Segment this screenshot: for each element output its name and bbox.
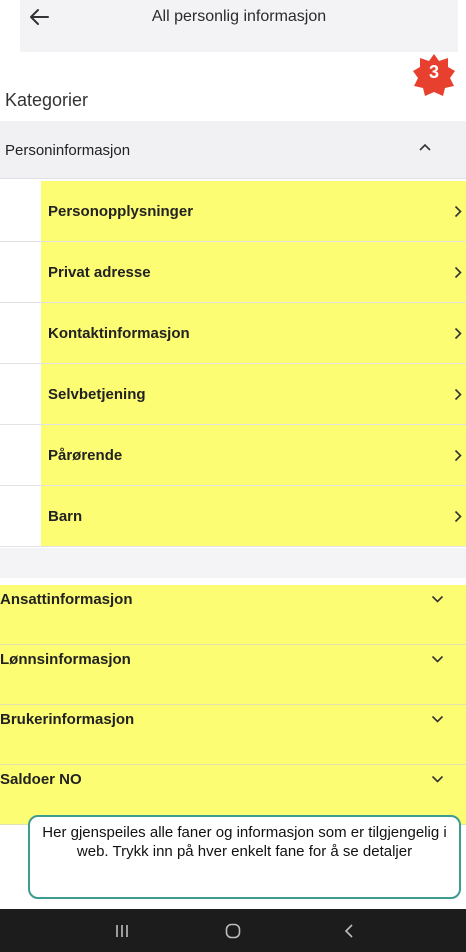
list-item-label: Personopplysninger bbox=[48, 203, 194, 220]
chevron-down-icon bbox=[431, 655, 444, 663]
category-row[interactable]: Brukerinformasjon bbox=[0, 705, 466, 765]
divider bbox=[0, 548, 466, 578]
list-item-label: Pårørende bbox=[48, 447, 123, 464]
category-row[interactable]: Lønnsinformasjon bbox=[0, 645, 466, 705]
group-label: Personinformasjon bbox=[5, 142, 131, 159]
step-badge: 3 bbox=[412, 53, 456, 97]
list-item-label: Barn bbox=[48, 508, 83, 525]
system-nav-bar bbox=[0, 909, 466, 952]
chevron-right-icon bbox=[454, 388, 462, 401]
category-row[interactable]: Ansattinformasjon bbox=[0, 585, 466, 645]
step-badge-number: 3 bbox=[428, 62, 439, 82]
chevron-down-icon bbox=[431, 775, 444, 783]
list-item-label: Selvbetjening bbox=[48, 386, 146, 403]
chevron-down-icon bbox=[431, 715, 444, 723]
chevron-left-icon bbox=[344, 923, 353, 938]
chevron-right-icon bbox=[454, 205, 462, 218]
home-button[interactable] bbox=[203, 909, 263, 952]
list-item[interactable]: Privat adresse bbox=[0, 242, 466, 303]
list-item-label: Kontaktinformasjon bbox=[48, 325, 190, 342]
back-nav-button[interactable] bbox=[319, 909, 379, 952]
chevron-down-icon bbox=[431, 595, 444, 603]
recent-apps-icon bbox=[116, 924, 128, 937]
category-label: Saldoer NO bbox=[0, 771, 82, 788]
group-personinformasjon[interactable]: Personinformasjon bbox=[0, 121, 466, 179]
category-label: Ansattinformasjon bbox=[0, 591, 133, 608]
list-item[interactable]: Pårørende bbox=[0, 425, 466, 486]
list-item[interactable]: Barn bbox=[0, 486, 466, 547]
category-list: Ansattinformasjon Lønnsinformasjon Bruke… bbox=[0, 585, 466, 825]
list-item[interactable]: Personopplysninger bbox=[0, 181, 466, 242]
chevron-up-icon bbox=[419, 143, 431, 151]
list-item-label: Privat adresse bbox=[48, 264, 151, 281]
chevron-right-icon bbox=[454, 266, 462, 279]
page-title: All personlig informasjon bbox=[151, 8, 327, 25]
chevron-right-icon bbox=[454, 327, 462, 340]
app-header: All personlig informasjon bbox=[20, 0, 458, 52]
chevron-right-icon bbox=[454, 449, 462, 462]
chevron-right-icon bbox=[454, 510, 462, 523]
category-label: Lønnsinformasjon bbox=[0, 651, 131, 668]
section-title: Kategorier bbox=[5, 90, 89, 110]
sub-item-list: Personopplysninger Privat adresse Kontak… bbox=[0, 181, 466, 547]
annotation-callout: Her gjenspeiles alle faner og informasjo… bbox=[28, 815, 461, 899]
home-icon bbox=[225, 923, 241, 938]
category-label: Brukerinformasjon bbox=[0, 711, 135, 728]
list-item[interactable]: Selvbetjening bbox=[0, 364, 466, 425]
recent-apps-button[interactable] bbox=[92, 909, 152, 952]
highlight bbox=[41, 486, 466, 546]
list-item[interactable]: Kontaktinformasjon bbox=[0, 303, 466, 364]
